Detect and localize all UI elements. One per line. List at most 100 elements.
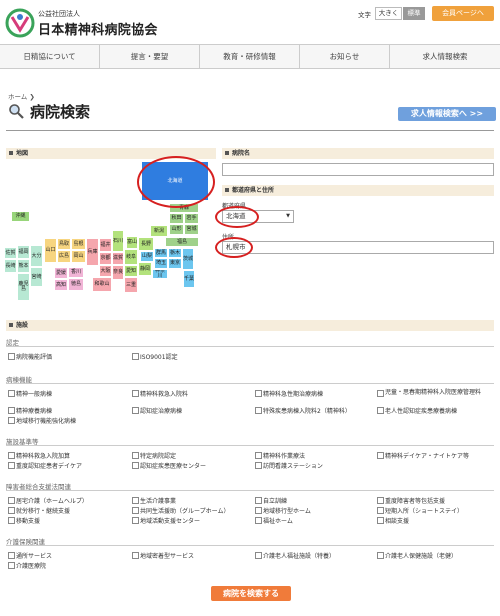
pref-kanagawa[interactable]: 神奈川: [152, 269, 168, 279]
pref-ibaraki[interactable]: 茨城: [182, 248, 194, 270]
member-page-button[interactable]: 会員ページへ: [432, 6, 494, 21]
text-size-large-button[interactable]: 大きく: [375, 7, 402, 20]
pref-shizuoka[interactable]: 静岡: [138, 262, 152, 276]
pref-fukushima[interactable]: 福島: [165, 237, 199, 247]
checkbox-care[interactable]: 介護医療院: [8, 561, 46, 570]
pref-okinawa[interactable]: 沖縄: [11, 211, 30, 222]
checkbox-support[interactable]: 地域活動支援センター: [132, 516, 200, 525]
checkbox-support[interactable]: 居宅介護（ホームヘルプ）: [8, 496, 88, 505]
checkbox-ward[interactable]: 精神科急性期治療病棟: [255, 389, 323, 398]
address-header: 都道府県と住所: [222, 185, 494, 196]
pref-shiga[interactable]: 滋賀: [112, 252, 124, 265]
job-search-button[interactable]: 求人情報検索へ >>: [398, 107, 496, 121]
checkbox-support[interactable]: 地域移行型ホーム: [255, 506, 311, 515]
checkbox-ward[interactable]: 地域移行機能強化病棟: [8, 416, 76, 425]
pref-gunma[interactable]: 群馬: [154, 248, 168, 258]
pref-oita[interactable]: 大分: [30, 245, 43, 267]
association-logo[interactable]: [4, 8, 36, 38]
checkbox-ward[interactable]: 精神一般病棟: [8, 389, 52, 398]
pref-saitama[interactable]: 埼玉: [154, 258, 168, 269]
checkbox-support[interactable]: 相談支援: [377, 516, 409, 525]
checkbox-standard[interactable]: 認知症疾患医療センター: [132, 461, 206, 470]
category-divider: [6, 346, 494, 347]
checkbox-hospital-evaluation[interactable]: 病院機能評価: [8, 352, 52, 361]
checkbox-standard[interactable]: 特定病院認定: [132, 451, 176, 460]
pref-wakayama[interactable]: 和歌山: [92, 277, 112, 292]
checkbox-standard[interactable]: 精神科デイケア・ナイトケア等: [377, 451, 469, 460]
pref-kyoto[interactable]: 京都: [99, 252, 112, 265]
checkbox-support[interactable]: 自立訓練: [255, 496, 287, 505]
pref-yamanashi[interactable]: 山梨: [140, 251, 154, 262]
checkbox-ward[interactable]: 児童・思春期精神科入院医療管理料: [377, 389, 495, 397]
address-input[interactable]: 札幌市: [222, 241, 494, 254]
checkbox-care[interactable]: 介護老人保健施設（老健）: [377, 551, 457, 560]
nav-proposals[interactable]: 提言・要望: [100, 45, 200, 68]
checkbox-ward[interactable]: 老人性認知症疾患療養病棟: [377, 406, 457, 415]
checkbox-support[interactable]: 移動支援: [8, 516, 40, 525]
pref-yamagata[interactable]: 山形: [169, 224, 184, 235]
checkbox-ward[interactable]: 精神科救急入院料: [132, 389, 188, 398]
pref-saga[interactable]: 佐賀: [4, 247, 17, 259]
pref-fukuoka[interactable]: 福岡: [17, 245, 30, 259]
checkbox-support[interactable]: 共同生活援助（グループホーム）: [132, 506, 229, 515]
checkbox-care[interactable]: 地域密着型サービス: [132, 551, 194, 560]
hospital-name-input[interactable]: [222, 163, 494, 176]
checkbox-standard[interactable]: 精神科作業療法: [255, 451, 305, 460]
breadcrumb[interactable]: ホーム ❯: [8, 91, 35, 101]
pref-okayama[interactable]: 岡山: [71, 250, 86, 263]
checkbox-iso9001[interactable]: ISO9001認定: [132, 352, 178, 361]
pref-akita[interactable]: 秋田: [169, 213, 184, 224]
checkbox-standard[interactable]: 訪問看護ステーション: [255, 461, 323, 470]
checkbox-ward[interactable]: 認知症治療病棟: [132, 406, 182, 415]
pref-kagoshima[interactable]: 鹿児島: [17, 273, 30, 301]
search-hospitals-button[interactable]: 病院を検索する: [211, 586, 291, 601]
pref-tokyo[interactable]: 東京: [168, 258, 182, 269]
map-label: 地図: [16, 150, 29, 157]
pref-shimane[interactable]: 島根: [71, 238, 86, 250]
global-nav: 日精協について 提言・要望 教育・研修情報 お知らせ 求人情報検索: [0, 44, 500, 69]
pref-hiroshima[interactable]: 広島: [57, 250, 71, 263]
checkbox-care[interactable]: 通所サービス: [8, 551, 52, 560]
pref-nara[interactable]: 奈良: [112, 265, 124, 280]
pref-miyazaki[interactable]: 宮崎: [30, 267, 43, 287]
checkbox-care[interactable]: 介護老人福祉施設（特養）: [255, 551, 335, 560]
checkbox-support[interactable]: 福祉ホーム: [255, 516, 293, 525]
pref-ehime[interactable]: 愛媛: [54, 267, 68, 279]
nav-news[interactable]: お知らせ: [300, 45, 390, 68]
pref-mie[interactable]: 三重: [124, 277, 138, 293]
pref-nagasaki[interactable]: 長崎: [4, 259, 17, 273]
pref-ishikawa[interactable]: 石川: [112, 230, 124, 252]
pref-tokushima[interactable]: 徳島: [68, 278, 84, 291]
pref-kumamoto[interactable]: 熊本: [17, 259, 30, 273]
pref-miyagi[interactable]: 宮城: [184, 224, 199, 235]
pref-gifu[interactable]: 岐阜: [124, 249, 138, 265]
pref-iwate[interactable]: 岩手: [184, 213, 199, 224]
pref-tottori[interactable]: 鳥取: [57, 238, 71, 250]
checkbox-support[interactable]: 重度障害者等包括支援: [377, 496, 445, 505]
pref-fukui[interactable]: 福井: [99, 238, 112, 252]
text-size-standard-button[interactable]: 標準: [403, 7, 425, 20]
pref-toyama[interactable]: 富山: [126, 236, 138, 249]
nav-job-search[interactable]: 求人情報検索: [390, 45, 500, 68]
checkbox-support[interactable]: 短期入所（ショートステイ）: [377, 506, 463, 515]
pref-kagawa[interactable]: 香川: [68, 267, 84, 278]
pref-chiba[interactable]: 千葉: [183, 270, 195, 288]
checkbox-support[interactable]: 就労移行・継続支援: [8, 506, 70, 515]
pref-niigata[interactable]: 新潟: [150, 225, 168, 237]
pref-tochigi[interactable]: 栃木: [168, 248, 182, 258]
checkbox-ward[interactable]: 精神療養病棟: [8, 406, 52, 415]
pref-osaka[interactable]: 大阪: [99, 265, 112, 277]
pref-aichi[interactable]: 愛知: [124, 265, 138, 277]
pref-kochi[interactable]: 高知: [54, 279, 68, 291]
checkbox-standard[interactable]: 重度認知症患者デイケア: [8, 461, 82, 470]
checkbox-support[interactable]: 生活介護事業: [132, 496, 176, 505]
pref-hyogo[interactable]: 兵庫: [86, 238, 99, 266]
hospital-name-label: 病院名: [232, 150, 251, 157]
nav-education[interactable]: 教育・研修情報: [200, 45, 300, 68]
checkbox-standard[interactable]: 精神科救急入院加算: [8, 451, 70, 460]
pref-nagano[interactable]: 長野: [138, 237, 154, 251]
nav-about[interactable]: 日精協について: [0, 45, 100, 68]
pref-yamaguchi[interactable]: 山口: [44, 238, 57, 263]
org-name[interactable]: 日本精神科病院協会: [38, 19, 158, 38]
checkbox-ward[interactable]: 特殊疾患病棟入院料2（精神科）: [255, 406, 351, 415]
